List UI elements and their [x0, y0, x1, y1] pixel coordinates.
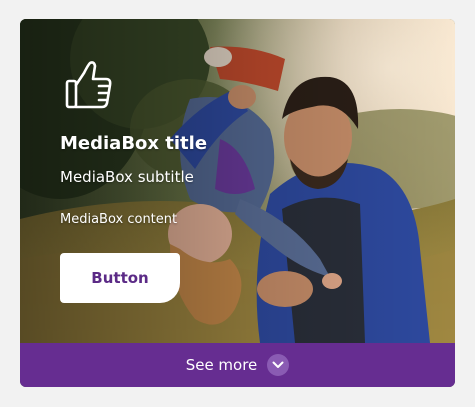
- see-more-label: See more: [185, 356, 258, 374]
- thumbs-up-icon: [64, 59, 114, 113]
- mediabox-card: MediaBox title MediaBox subtitle MediaBo…: [20, 19, 455, 387]
- mediabox-subtitle: MediaBox subtitle: [60, 168, 194, 186]
- mediabox-content: MediaBox content: [60, 212, 178, 227]
- mediabox-button[interactable]: Button: [60, 253, 180, 303]
- see-more-bar[interactable]: See more: [20, 343, 455, 387]
- chevron-down-icon[interactable]: [267, 354, 290, 376]
- mediabox-title: MediaBox title: [60, 133, 208, 154]
